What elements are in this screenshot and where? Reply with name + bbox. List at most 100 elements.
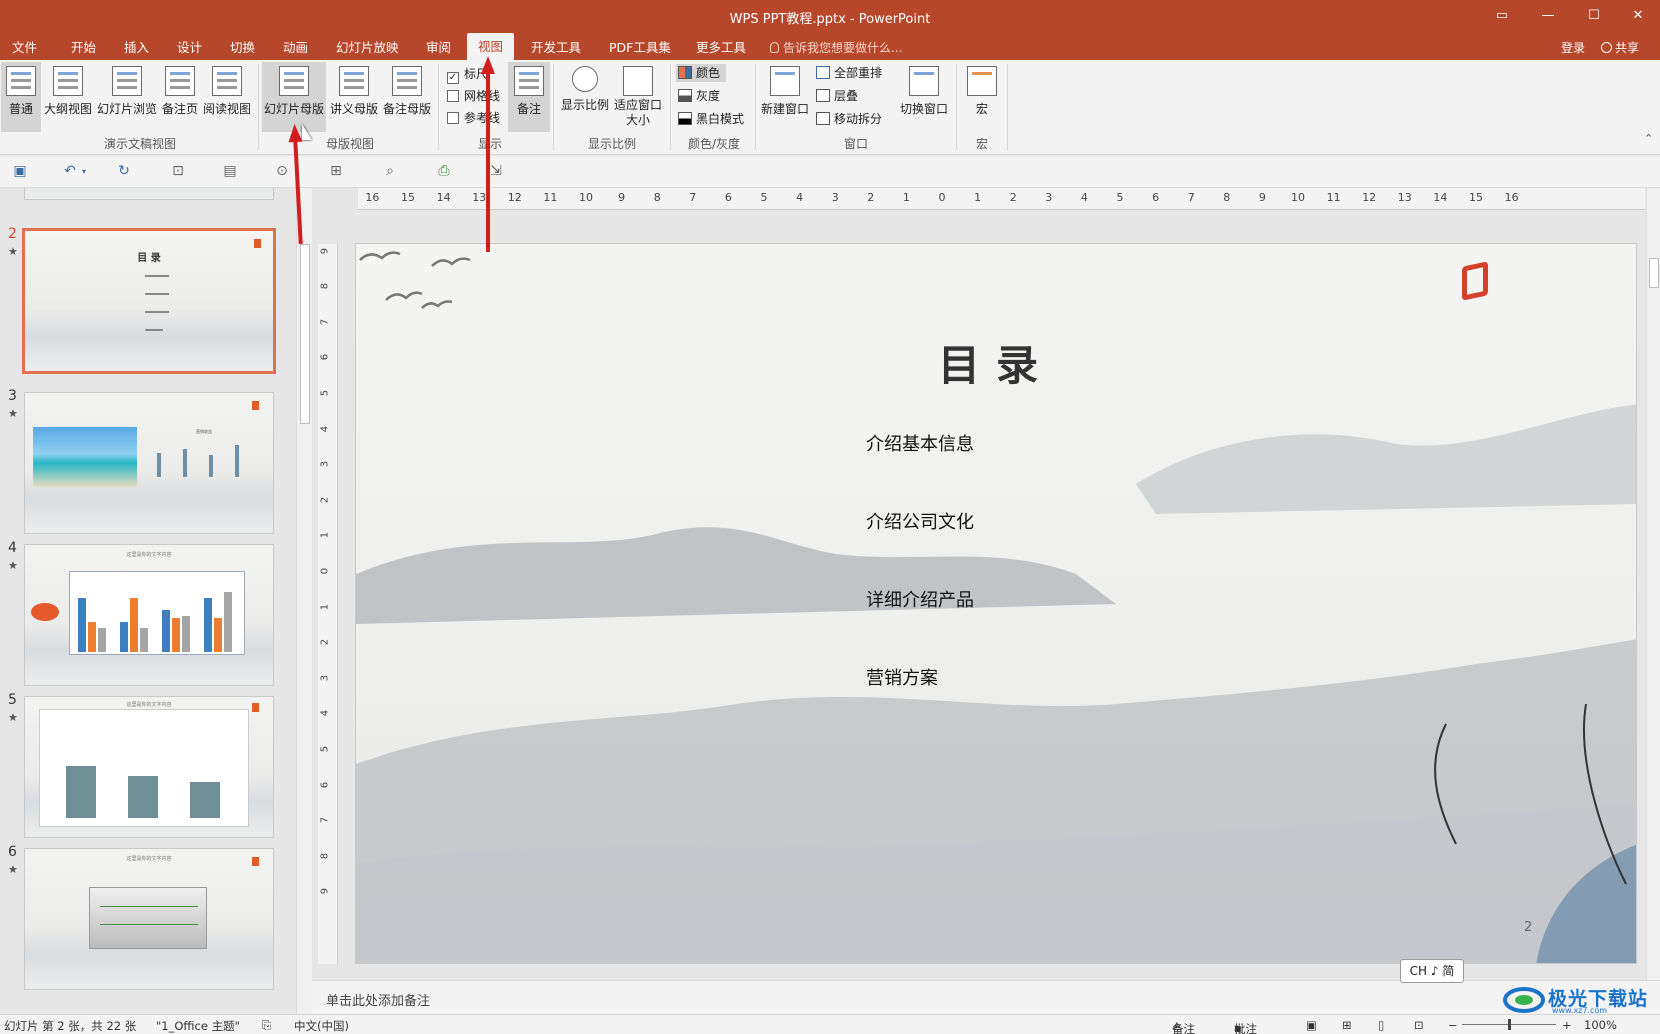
switch-window-button[interactable]: 切换窗口 (896, 62, 952, 132)
ruler-tick-label: 8 (653, 191, 661, 204)
toc-item[interactable]: 营销方案 (866, 664, 938, 690)
slideshow-status-icon[interactable]: ⊡ (1414, 1018, 1424, 1032)
scrollbar-thumb[interactable] (300, 244, 310, 424)
tab-review[interactable]: 审阅 (426, 37, 451, 59)
normal-view-label: 普通 (8, 102, 33, 116)
slide-title[interactable]: 目录 (356, 332, 1636, 393)
toc-item[interactable]: 介绍基本信息 (866, 430, 974, 456)
tab-developer[interactable]: 开发工具 (531, 37, 581, 59)
handout-master-button[interactable]: 讲义母版 (329, 62, 379, 132)
slide-canvas[interactable]: 目录 介绍基本信息 介绍公司文化 详细介绍产品 营销方案 2 (355, 243, 1637, 964)
editor-scrollbar[interactable] (1646, 188, 1660, 980)
normal-view-status-icon[interactable]: ▣ (1306, 1018, 1317, 1032)
collapse-ribbon-icon[interactable]: ⌃ (1644, 132, 1653, 145)
reading-view-button[interactable]: 阅读视图 (202, 62, 252, 132)
annotation-arrow (486, 72, 490, 252)
reading-view-status-icon[interactable]: ▯ (1378, 1018, 1384, 1032)
zoom-out-icon[interactable]: − (1448, 1018, 1458, 1032)
textbox-icon[interactable]: ▤ (222, 164, 238, 179)
slide-thumbnail-1[interactable] (24, 188, 274, 200)
zoom-level[interactable]: 100% (1584, 1018, 1617, 1032)
save-icon[interactable]: ▣ (12, 164, 28, 179)
undo-icon[interactable]: ↶ (62, 164, 78, 179)
slide-master-button[interactable]: 幻灯片母版 (262, 62, 326, 132)
customize-icon[interactable]: ⇲ (488, 164, 504, 179)
group-label-window: 窗口 (843, 137, 868, 151)
share-button[interactable]: 共享 (1601, 37, 1639, 59)
tab-home[interactable]: 开始 (71, 37, 96, 59)
guides-checkbox[interactable]: 参考线 (447, 110, 500, 126)
toc-item[interactable]: 介绍公司文化 (866, 508, 974, 534)
tell-me-search[interactable]: 告诉我您想要做什么... (770, 37, 902, 59)
slide-thumbnail-4[interactable]: 这里是你的文字内容 (24, 544, 274, 686)
slide-sorter-button[interactable]: 幻灯片浏览 (96, 62, 158, 132)
normal-view-button[interactable]: 普通 (1, 62, 41, 132)
spell-check-icon[interactable]: ⎘ (262, 1018, 271, 1033)
tab-more-tools[interactable]: 更多工具 (696, 37, 746, 59)
lightbulb-icon (770, 42, 779, 53)
horizontal-ruler[interactable]: 16 15 14 13 12 11 10 9 8 7 6 5 4 3 2 1 0 1 2 3 4 5 6 7 8 9 10 11 12 1… (358, 188, 1645, 210)
notes-page-button[interactable]: 备注页 (161, 62, 199, 132)
redo-icon[interactable]: ↻ (116, 164, 132, 179)
language[interactable]: 中文(中国) (294, 1018, 349, 1034)
fit-to-window-button[interactable]: 适应窗口大小 (612, 62, 664, 132)
grayscale-icon (678, 89, 692, 102)
tab-slideshow[interactable]: 幻灯片放映 (336, 37, 399, 59)
notes-pane[interactable]: 单击此处添加备注 (312, 980, 1660, 1014)
slide-thumbnail-3[interactable]: 营销收益 (24, 392, 274, 534)
ruler-tick-label: 11 (543, 191, 558, 204)
arrange-all-label: 全部重排 (834, 66, 883, 80)
login-link[interactable]: 登录 (1561, 37, 1585, 59)
ruler-tick-label: 6 (1152, 191, 1160, 204)
ruler-tick-label: 0 (319, 567, 331, 575)
maximize-button[interactable]: ☐ (1572, 5, 1616, 27)
presenter-icon[interactable]: ⊡ (170, 164, 186, 179)
notes-toggle-button[interactable]: 备注 (508, 62, 550, 132)
tab-pdf-tools[interactable]: PDF工具集 (609, 37, 671, 59)
slide-thumbnail-5[interactable]: 这里是你的文字内容 (24, 696, 274, 838)
new-window-button[interactable]: 新建窗口 (759, 62, 811, 132)
switch-window-label: 切换窗口 (899, 102, 948, 116)
ime-indicator[interactable]: CH ♪ 简 (1400, 959, 1464, 983)
tab-transitions[interactable]: 切换 (230, 37, 255, 59)
slideshow-icon[interactable]: ⊙ (274, 164, 290, 179)
grayscale-button[interactable]: 灰度 (678, 87, 720, 105)
toc-item[interactable]: 详细介绍产品 (866, 586, 974, 612)
slide-thumbnail-2[interactable]: 目 录 (22, 228, 276, 374)
start-slideshow-icon[interactable]: ⊞ (328, 164, 344, 179)
tab-design[interactable]: 设计 (177, 37, 202, 59)
slide-thumbnail-6[interactable]: 这里是你的文字内容 (24, 848, 274, 990)
zoom-button[interactable]: 显示比例 (558, 62, 612, 132)
ruler-tick-label: 2 (1009, 191, 1017, 204)
minimize-button[interactable]: — (1526, 5, 1570, 27)
move-split-button[interactable]: 移动拆分 (816, 110, 882, 128)
ruler-tick-label: 10 (1291, 191, 1305, 204)
outline-view-button[interactable]: 大纲视图 (43, 62, 93, 132)
undo-dropdown-icon[interactable]: ▾ (80, 164, 88, 179)
vertical-ruler[interactable]: 9 8 7 6 5 4 3 2 1 0 1 2 3 4 5 6 7 8 9 (318, 244, 338, 964)
close-button[interactable]: ✕ (1616, 5, 1660, 27)
thumbnail-scrollbar[interactable] (296, 188, 312, 1014)
print-preview-icon[interactable]: ⌕ (382, 164, 398, 179)
arrange-all-button[interactable]: 全部重排 (816, 64, 882, 82)
tab-file[interactable]: 文件 (12, 37, 37, 59)
ribbon-display-options-icon[interactable]: ▭ (1480, 5, 1524, 27)
scrollbar-thumb[interactable] (1649, 258, 1659, 288)
slide-sorter-status-icon[interactable]: ⊞ (1342, 1018, 1352, 1032)
tab-animations[interactable]: 动画 (283, 37, 308, 59)
macros-button[interactable]: 宏 (960, 62, 1004, 132)
color-button[interactable]: 颜色 (676, 64, 727, 82)
zoom-slider-thumb[interactable] (1508, 1019, 1511, 1030)
checkbox-box (447, 112, 459, 124)
black-white-icon (678, 112, 692, 125)
notes-master-button[interactable]: 备注母版 (382, 62, 432, 132)
tab-insert[interactable]: 插入 (124, 37, 149, 59)
black-white-button[interactable]: 黑白模式 (678, 110, 744, 128)
fit-to-window-label: 适应窗口大小 (613, 98, 662, 127)
gridlines-checkbox[interactable]: 网格线 (447, 88, 500, 104)
ribbon-view: 普通 大纲视图 幻灯片浏览 备注页 阅读视图 演示文稿视图 幻灯片母版 讲义母版… (0, 60, 1660, 155)
mouse-cursor-icon (302, 124, 312, 140)
print-icon[interactable]: ⎙ (436, 164, 452, 179)
cascade-button[interactable]: 层叠 (816, 87, 858, 105)
zoom-in-icon[interactable]: + (1562, 1018, 1572, 1032)
